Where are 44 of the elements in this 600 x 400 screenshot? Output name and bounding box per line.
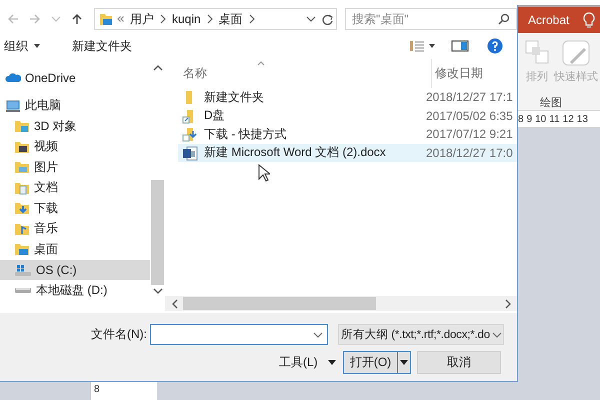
breadcrumb[interactable]: kuqin — [170, 12, 203, 26]
sidebar-item[interactable]: 3D 对象 — [0, 116, 150, 136]
ruler-number: 8 — [94, 384, 100, 395]
sidebar-item[interactable]: 下载 — [0, 198, 150, 218]
file-date: 2017/07/12 9:21 — [426, 127, 513, 142]
file-name: 新建文件夹 — [204, 88, 264, 106]
file-name: 新建 Microsoft Word 文档 (2).docx — [204, 144, 386, 162]
group-label: 绘图 — [540, 96, 562, 110]
sidebar-item[interactable]: 此电脑 — [0, 96, 150, 116]
file-date: 2018/12/27 17:1 — [426, 90, 513, 104]
breadcrumb[interactable]: 桌面 — [216, 10, 245, 28]
sidebar-item[interactable]: OneDrive — [0, 68, 150, 88]
address-bar[interactable]: 用户 kuqin 桌面 — [94, 8, 337, 30]
sidebar-item[interactable]: 本地磁盘 (D:) — [0, 280, 150, 300]
sidebar-item[interactable]: 音乐 — [0, 218, 150, 239]
organize-menu[interactable]: 组织 — [0, 38, 44, 54]
ruler-number: 12 — [562, 114, 574, 124]
ruler-number: 11 — [549, 114, 560, 124]
search-field[interactable]: 搜索"桌面" — [345, 8, 517, 30]
ruler-number: 13 — [576, 114, 588, 124]
ruler-number: 8 — [518, 114, 524, 124]
file-row[interactable]: 新建 Microsoft Word 文档 (2).docx 2018/12/27 17:0 — [178, 144, 517, 162]
file-date: 2018/12/27 17:0 — [426, 146, 513, 160]
sidebar-item[interactable]: 视频 — [0, 136, 150, 157]
file-name: 下载 - 快捷方式 — [204, 126, 287, 143]
file-name: D盘 — [204, 107, 225, 124]
file-date: 2017/05/02 6:35 — [426, 108, 513, 123]
file-type-dropdown[interactable]: 所有大纲 (*.txt;*.rtf;*.docx;*.do — [338, 324, 504, 345]
tools-menu[interactable]: 工具(L) — [279, 354, 343, 371]
column-header[interactable]: 修改日期 — [431, 59, 483, 88]
sidebar-item[interactable]: 桌面 — [0, 239, 150, 260]
sidebar-item[interactable]: 文档 — [0, 178, 150, 198]
new-folder-button[interactable]: 新建文件夹 — [68, 38, 136, 54]
file-row[interactable]: D盘 2017/05/02 6:35 — [178, 106, 517, 125]
cancel-button[interactable]: 取消 — [417, 351, 501, 374]
sidebar-item[interactable]: OS (C:) — [0, 260, 150, 280]
sidebar-item[interactable]: 图片 — [0, 157, 150, 178]
ruler-number: 10 — [535, 114, 546, 124]
file-row[interactable]: 下载 - 快捷方式 2017/07/12 9:21 — [178, 125, 517, 144]
ruler-number: 9 — [526, 114, 532, 124]
filename-label: 文件名(N): — [90, 326, 148, 343]
column-header[interactable]: 名称 — [183, 65, 431, 82]
file-row[interactable]: 新建文件夹 2018/12/27 17:1 — [178, 88, 517, 106]
breadcrumb[interactable]: 用户 — [128, 10, 156, 28]
